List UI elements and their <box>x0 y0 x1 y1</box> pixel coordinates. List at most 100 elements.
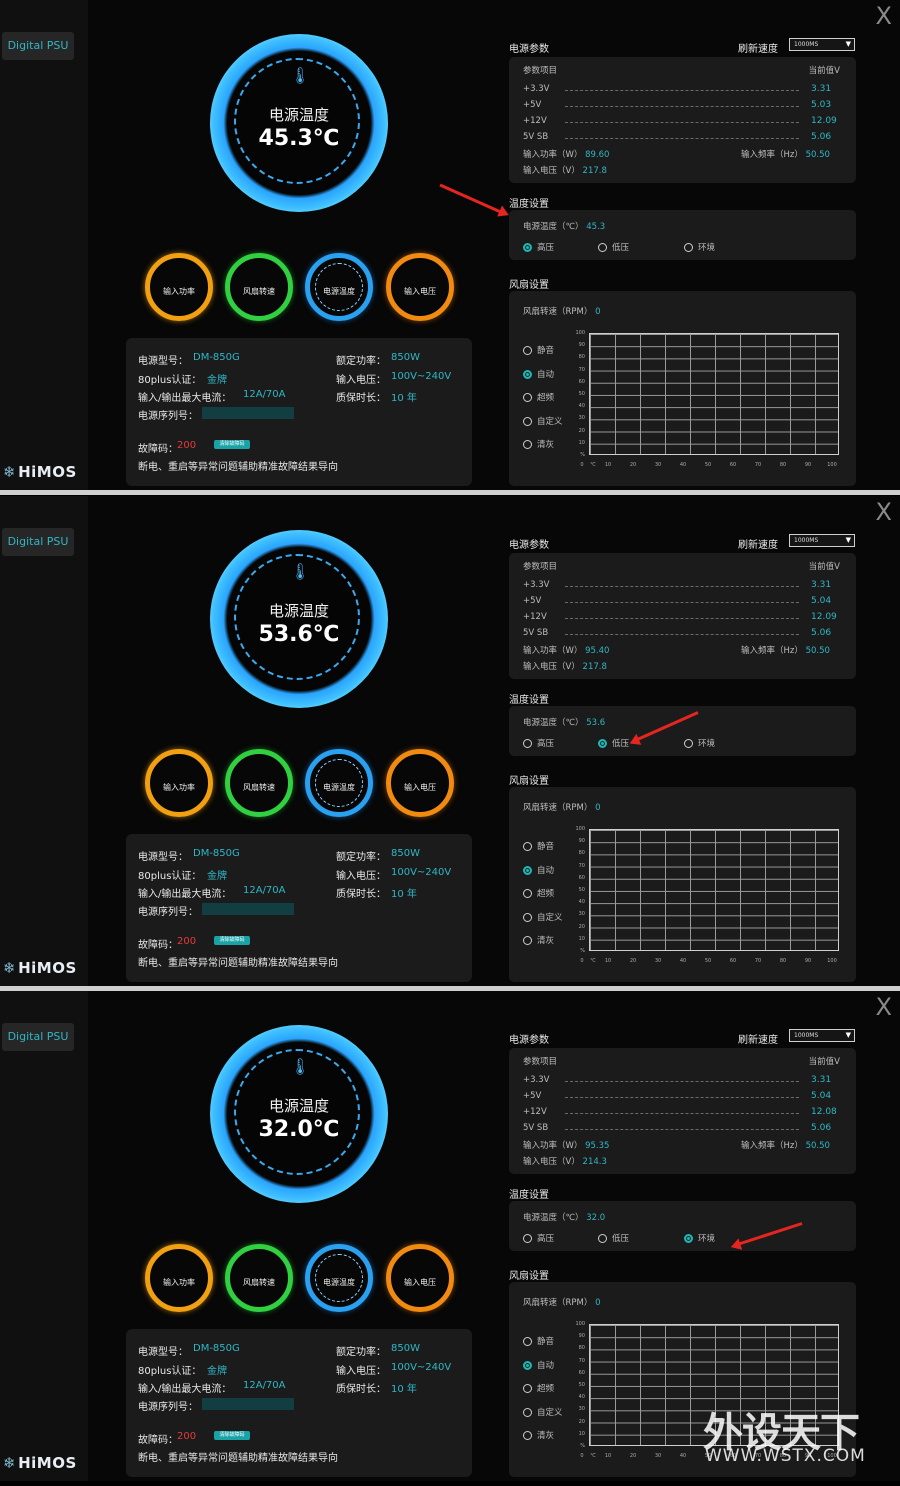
temp-mode-radio[interactable]: 低压 <box>598 1232 629 1244</box>
x-tick: 40 <box>679 958 687 964</box>
psu-panel: Digital PSU ❄ HiMOS X 🌡 电源温度 53.6℃ 输入功率 风扇转速 电源温度… <box>0 496 900 986</box>
temp-mode-radio[interactable]: 环境 <box>684 737 715 749</box>
fan-curve-grid[interactable] <box>589 333 839 455</box>
sidebar: Digital PSU ❄ HiMOS <box>0 991 88 1481</box>
fan-mode-radio[interactable]: 清灰 <box>523 934 554 946</box>
x-tick: 60 <box>729 958 737 964</box>
radio-icon <box>523 243 532 252</box>
temp-mode-radio[interactable]: 高压 <box>523 1232 554 1244</box>
radio-icon <box>523 889 532 898</box>
fan-mode-radio[interactable]: 超频 <box>523 1382 554 1394</box>
input-power-value: 89.60 <box>585 150 610 160</box>
rail-label: +12V <box>523 612 547 622</box>
radio-icon <box>523 1360 532 1370</box>
rail-value: 3.31 <box>811 1075 832 1085</box>
temperature-value: 53.6℃ <box>258 622 340 647</box>
y-tick: % <box>580 452 585 458</box>
radio-icon <box>523 1234 532 1243</box>
temp-mode-radio[interactable]: 高压 <box>523 737 554 749</box>
error-code: 200 <box>177 936 197 947</box>
radio-icon <box>598 1234 607 1243</box>
params-title: 电源参数 <box>509 540 549 551</box>
input-voltage-value: 100V~240V <box>391 1362 452 1373</box>
fan-mode-radio[interactable]: 自定义 <box>523 415 563 427</box>
radio-icon <box>523 346 532 355</box>
clear-error-button[interactable]: 清除故障码 <box>214 440 250 449</box>
refresh-rate-select[interactable]: 1000MS ▼ <box>789 534 855 547</box>
model-value: DM-850G <box>193 352 240 363</box>
clear-error-button[interactable]: 清除故障码 <box>214 936 250 945</box>
params-box: 参数项目 当前值V +3.3V 3.31 +5V 5.04 +12V 12.09 5V SB 5.… <box>509 553 856 679</box>
fan-mode-radio[interactable]: 自动 <box>523 368 554 380</box>
temp-mode-radio[interactable]: 低压 <box>598 737 629 749</box>
gauge-fan-speed[interactable]: 风扇转速 <box>225 253 293 321</box>
gauge-input-power[interactable]: 输入功率 <box>145 1244 213 1312</box>
radio-icon <box>684 739 693 748</box>
temperature-title: 电源温度 <box>268 1097 329 1115</box>
x-tick: 10 <box>604 958 612 964</box>
gauge-input-power[interactable]: 输入功率 <box>145 253 213 321</box>
dashed-leader <box>565 122 799 123</box>
gauge-input-voltage[interactable]: 输入电压 <box>386 1244 454 1312</box>
radio-icon <box>523 739 532 748</box>
fan-mode-radio[interactable]: 超频 <box>523 391 554 403</box>
radio-icon <box>523 369 532 379</box>
fan-curve-grid[interactable] <box>589 829 839 951</box>
temp-settings-box: 电源温度（℃） 45.3 高压 低压 环境 <box>509 210 856 260</box>
close-button[interactable]: X <box>876 4 892 28</box>
y-tick: 100 <box>575 330 585 336</box>
fan-rpm-value: 0 <box>595 307 601 317</box>
refresh-rate-select[interactable]: 1000MS ▼ <box>789 1029 855 1042</box>
gauge-input-voltage[interactable]: 输入电压 <box>386 253 454 321</box>
fan-mode-radio[interactable]: 静音 <box>523 344 554 356</box>
y-tick: % <box>580 948 585 954</box>
refresh-label: 刷新速度 <box>738 1035 778 1046</box>
clear-error-button[interactable]: 清除故障码 <box>214 1431 250 1440</box>
gauge-fan-speed[interactable]: 风扇转速 <box>225 749 293 817</box>
x-tick: 30 <box>654 958 662 964</box>
warranty-value: 10 年 <box>391 1384 417 1395</box>
x-tick: 20 <box>629 462 637 468</box>
current-value: 12A/70A <box>243 1380 286 1391</box>
params-title: 电源参数 <box>509 44 549 55</box>
gauge-psu-temp[interactable]: 电源温度 <box>305 253 373 321</box>
gauge-input-power[interactable]: 输入功率 <box>145 749 213 817</box>
rail-label: 5V SB <box>523 628 549 638</box>
temp-mode-radio[interactable]: 环境 <box>684 241 715 253</box>
close-button[interactable]: X <box>876 995 892 1019</box>
temperature-title: 电源温度 <box>268 106 329 124</box>
sidebar-tab-digital-psu[interactable]: Digital PSU <box>2 32 74 60</box>
refresh-rate-select[interactable]: 1000MS ▼ <box>789 38 855 51</box>
rated-power-value: 850W <box>391 352 420 363</box>
temp-mode-radio[interactable]: 环境 <box>684 1232 715 1244</box>
dashed-leader <box>565 602 799 603</box>
temp-mode-radio[interactable]: 高压 <box>523 241 554 253</box>
gauge-fan-speed[interactable]: 风扇转速 <box>225 1244 293 1312</box>
fan-mode-radio[interactable]: 自动 <box>523 864 554 876</box>
x-tick: 90 <box>804 958 812 964</box>
x-tick: 70 <box>754 462 762 468</box>
gauge-input-voltage[interactable]: 输入电压 <box>386 749 454 817</box>
cert-value: 金牌 <box>207 1366 227 1377</box>
gauge-psu-temp[interactable]: 电源温度 <box>305 749 373 817</box>
fan-mode-radio[interactable]: 清灰 <box>523 438 554 450</box>
fan-mode-radio[interactable]: 自定义 <box>523 911 563 923</box>
rail-label: 5V SB <box>523 1123 549 1133</box>
current-value: 12A/70A <box>243 885 286 896</box>
temp-mode-radio[interactable]: 低压 <box>598 241 629 253</box>
thermometer-icon: 🌡 <box>290 1057 311 1076</box>
fan-mode-radio[interactable]: 清灰 <box>523 1429 554 1441</box>
fan-mode-radio[interactable]: 超频 <box>523 887 554 899</box>
fan-mode-radio[interactable]: 自定义 <box>523 1406 563 1418</box>
radio-icon <box>684 243 693 252</box>
sidebar-tab-digital-psu[interactable]: Digital PSU <box>2 1023 74 1051</box>
fan-mode-radio[interactable]: 自动 <box>523 1359 554 1371</box>
x-tick: 40 <box>679 462 687 468</box>
temperature-value: 45.3℃ <box>258 126 340 151</box>
params-box: 参数项目 当前值V +3.3V 3.31 +5V 5.04 +12V 12.08 5V SB 5.… <box>509 1048 856 1174</box>
close-button[interactable]: X <box>876 500 892 524</box>
fan-mode-radio[interactable]: 静音 <box>523 1335 554 1347</box>
sidebar-tab-digital-psu[interactable]: Digital PSU <box>2 528 74 556</box>
gauge-psu-temp[interactable]: 电源温度 <box>305 1244 373 1312</box>
fan-mode-radio[interactable]: 静音 <box>523 840 554 852</box>
